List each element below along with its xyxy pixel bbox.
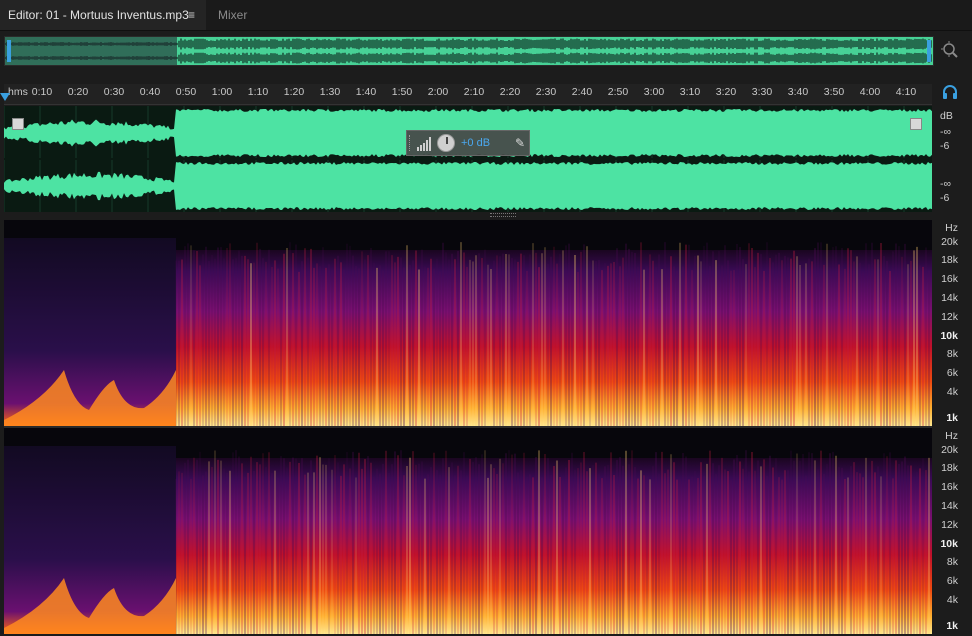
gain-knob-icon[interactable]	[437, 134, 455, 152]
time-ruler[interactable]: hms 0:10 0:20 0:30 0:40 0:50 1:00 1:10 1:20 1:30…	[4, 84, 932, 105]
ruler-tick-label: 3:00	[643, 86, 665, 98]
frequency-label: 6k	[946, 367, 958, 379]
frequency-label: 8k	[946, 556, 958, 568]
level-meter-icon	[417, 137, 431, 151]
ruler-tick-label: 2:30	[535, 86, 557, 98]
ruler-tick-label: 0:10	[31, 86, 53, 98]
db-label: -6	[940, 140, 950, 152]
playhead-marker[interactable]	[0, 93, 10, 101]
ruler-tick-label: 0:30	[103, 86, 125, 98]
ruler-tick-label: 0:50	[175, 86, 197, 98]
pin-icon[interactable]: ✎	[515, 136, 525, 150]
zoom-icon[interactable]	[940, 40, 960, 60]
waveform-graphic	[4, 106, 932, 212]
frequency-label: 4k	[946, 386, 958, 398]
amplitude-hud[interactable]: +0 dB ✎	[406, 130, 530, 156]
ruler-tick-label: 3:50	[823, 86, 845, 98]
db-label: -6	[940, 192, 950, 204]
frequency-label: 20k	[941, 444, 958, 456]
ruler-tick-label: 1:30	[319, 86, 341, 98]
frequency-label: 18k	[941, 462, 958, 474]
frequency-label: 4k	[946, 594, 958, 606]
tab-editor[interactable]: Editor: 01 - Mortuus Inventus.mp3 ≡	[0, 0, 206, 30]
overview-handle-left[interactable]	[7, 40, 11, 62]
frequency-label: 10k	[940, 330, 958, 342]
channel-waveform	[4, 162, 932, 210]
ruler-tick-label: 0:20	[67, 86, 89, 98]
tab-bar: Editor: 01 - Mortuus Inventus.mp3 ≡ Mixe…	[0, 0, 972, 31]
frequency-label: Hz	[945, 430, 958, 442]
headphones-icon[interactable]	[942, 84, 958, 100]
ruler-tick-label: 3:10	[679, 86, 701, 98]
tab-mixer-label: Mixer	[218, 8, 248, 22]
ruler-tick-label: 3:20	[715, 86, 737, 98]
ruler-tick-label: 3:30	[751, 86, 773, 98]
hud-grip-icon[interactable]	[409, 135, 413, 151]
ruler-tick-label: 4:10	[895, 86, 917, 98]
ruler-tick-label: 2:10	[463, 86, 485, 98]
ruler-tick-label: 2:00	[427, 86, 449, 98]
frequency-label: 1k	[946, 620, 958, 632]
frequency-label: 1k	[946, 412, 958, 424]
overview-waveform[interactable]	[4, 36, 934, 66]
panel-menu-icon[interactable]: ≡	[188, 8, 195, 22]
frequency-label: 14k	[941, 292, 958, 304]
overview-handle-right[interactable]	[927, 40, 931, 62]
gain-value[interactable]: +0 dB	[461, 137, 490, 149]
ruler-tick-label: 1:00	[211, 86, 233, 98]
ruler-tick-label: 2:40	[571, 86, 593, 98]
ruler-unit-label: hms	[8, 86, 28, 98]
overview-unselected-region	[5, 37, 177, 65]
ruler-tick-label: 1:20	[283, 86, 305, 98]
frequency-label: 8k	[946, 348, 958, 360]
fade-out-handle[interactable]	[910, 118, 922, 130]
ruler-tick-label: 1:40	[355, 86, 377, 98]
fade-in-handle[interactable]	[12, 118, 24, 130]
spectral-display-top[interactable]	[4, 220, 932, 426]
spectral-display-bottom[interactable]	[4, 428, 932, 634]
ruler-tick-label: 4:00	[859, 86, 881, 98]
frequency-label: 10k	[940, 538, 958, 550]
ruler-tick-label: 2:50	[607, 86, 629, 98]
ruler-tick-label: 2:20	[499, 86, 521, 98]
frequency-label: 6k	[946, 575, 958, 587]
frequency-label: 12k	[941, 519, 958, 531]
db-label: -∞	[940, 126, 951, 138]
tab-editor-label: Editor: 01 - Mortuus Inventus.mp3	[8, 8, 189, 22]
ruler-tick-label: 1:50	[391, 86, 413, 98]
ruler-tick-label: 0:40	[139, 86, 161, 98]
frequency-label: 18k	[941, 254, 958, 266]
frequency-label: 12k	[941, 311, 958, 323]
tab-mixer[interactable]: Mixer	[206, 0, 266, 30]
frequency-label: 16k	[941, 273, 958, 285]
panel-splitter-handle[interactable]	[490, 213, 516, 217]
frequency-label: Hz	[945, 222, 958, 234]
frequency-label: 20k	[941, 236, 958, 248]
frequency-label: 14k	[941, 500, 958, 512]
db-label: dB	[940, 110, 953, 122]
ruler-tick-label: 1:10	[247, 86, 269, 98]
frequency-label: 16k	[941, 481, 958, 493]
db-label: -∞	[940, 178, 951, 190]
ruler-tick-label: 3:40	[787, 86, 809, 98]
